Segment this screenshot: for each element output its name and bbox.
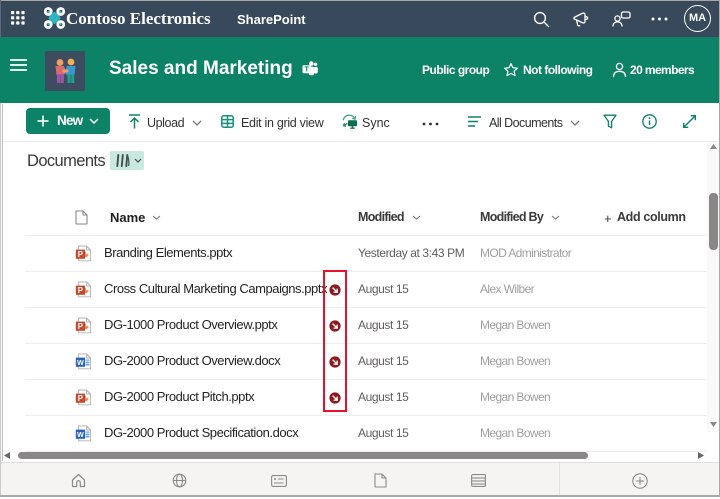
svg-text:P: P xyxy=(78,285,83,294)
svg-text:W: W xyxy=(77,429,84,438)
svg-text:P: P xyxy=(78,249,83,258)
svg-text:P: P xyxy=(78,393,83,402)
svg-text:P: P xyxy=(78,321,83,330)
svg-text:W: W xyxy=(77,357,84,366)
svg-text:T: T xyxy=(304,67,309,74)
